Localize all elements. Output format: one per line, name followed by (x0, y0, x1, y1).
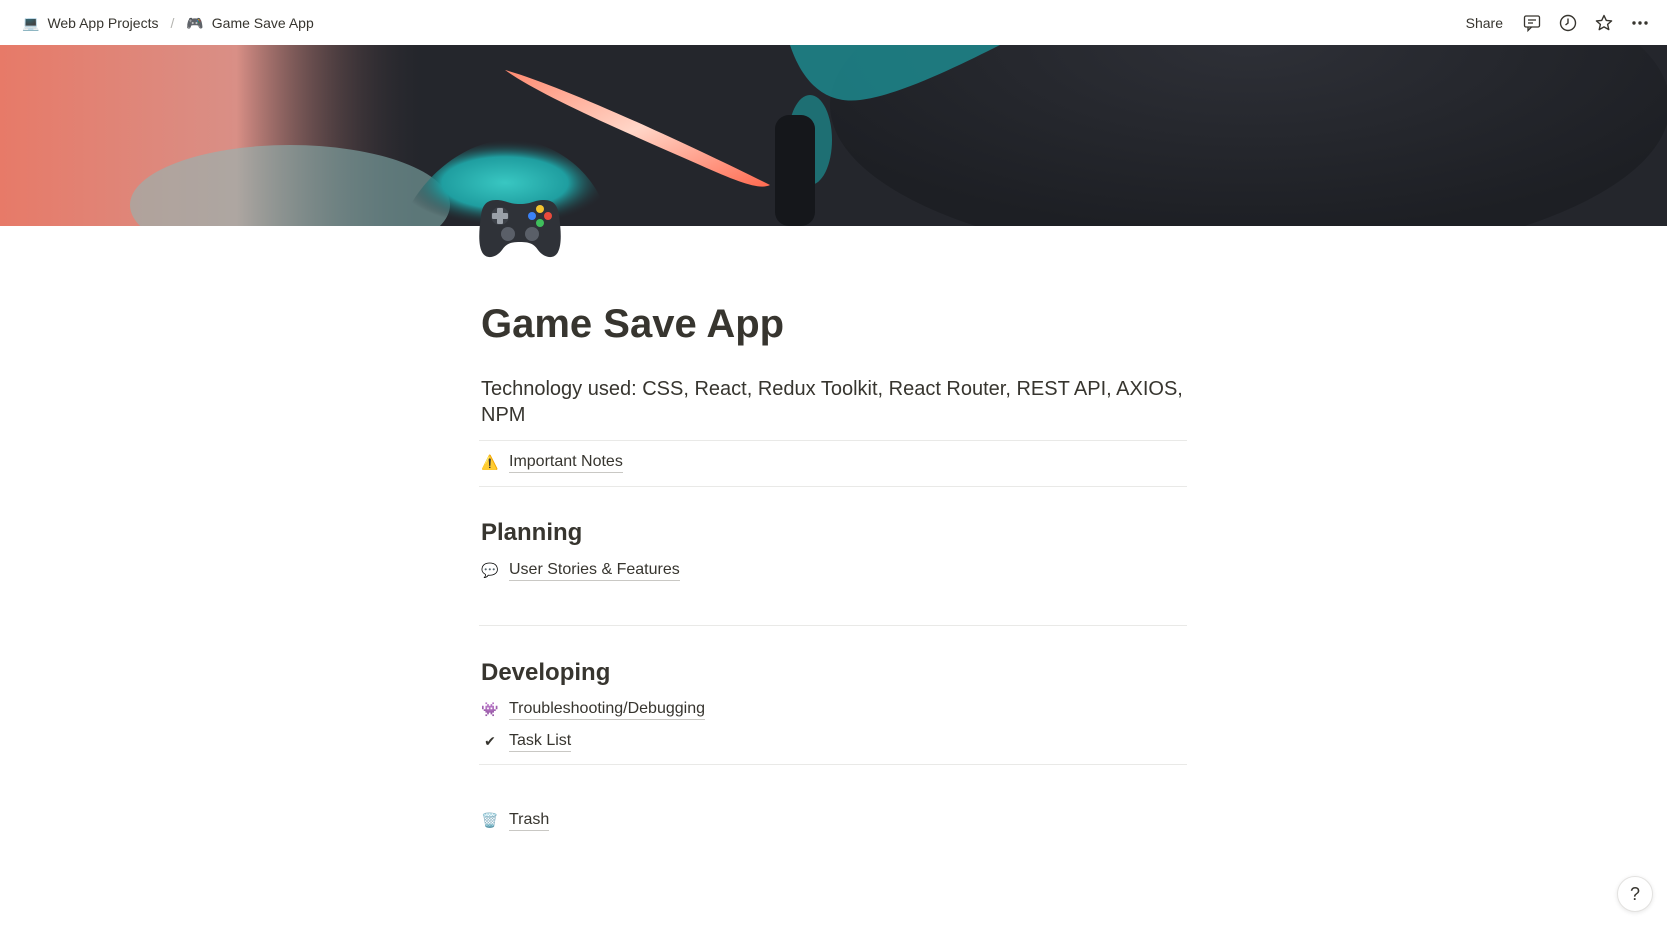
speech-balloon-icon: 💬 (481, 562, 499, 578)
section-heading-planning[interactable]: Planning (481, 519, 582, 548)
cover-artwork (0, 45, 1667, 226)
wastebasket-icon: 🗑️ (481, 812, 499, 828)
more-options-icon (1632, 20, 1648, 25)
breadcrumb: 💻 Web App Projects / 🎮 Game Save App (16, 12, 320, 34)
divider (479, 764, 1187, 765)
link-label: Troubleshooting/Debugging (509, 699, 705, 720)
warning-icon: ⚠️ (481, 454, 499, 470)
breadcrumb-separator: / (170, 14, 175, 31)
breadcrumb-label: Game Save App (211, 14, 314, 31)
link-label: Task List (509, 731, 572, 752)
section-heading-developing[interactable]: Developing (481, 659, 610, 688)
comments-icon (1523, 14, 1541, 32)
divider (479, 440, 1187, 441)
divider (479, 486, 1187, 487)
page-icon[interactable] (478, 192, 562, 262)
checkmark-icon: ✔ (484, 733, 496, 749)
space-invader-icon: 👾 (481, 701, 499, 717)
breadcrumb-label: Web App Projects (47, 14, 159, 31)
breadcrumb-item-web-app-projects[interactable]: 💻 Web App Projects (16, 12, 164, 34)
link-label: User Stories & Features (509, 560, 680, 581)
laptop-icon: 💻 (22, 14, 40, 31)
link-label: Trash (509, 810, 550, 831)
favorite-button[interactable] (1589, 8, 1619, 38)
technology-text[interactable]: Technology used: CSS, React, Redux Toolk… (481, 376, 1189, 428)
link-important-notes[interactable]: ⚠️ Important Notes (481, 452, 623, 473)
share-button[interactable]: Share (1458, 11, 1511, 35)
page-title[interactable]: Game Save App (481, 300, 784, 348)
game-controller-icon: 🎮 (186, 14, 204, 31)
top-bar: 💻 Web App Projects / 🎮 Game Save App Sha… (0, 0, 1667, 45)
comments-button[interactable] (1517, 8, 1547, 38)
cover-image[interactable] (0, 45, 1667, 226)
link-task-list[interactable]: ✔ Task List (481, 731, 572, 752)
divider (479, 625, 1187, 626)
breadcrumb-item-game-save-app[interactable]: 🎮 Game Save App (180, 12, 319, 34)
link-troubleshooting[interactable]: 👾 Troubleshooting/Debugging (481, 699, 705, 720)
favorite-star-icon (1595, 14, 1613, 30)
history-clock-icon (1559, 14, 1577, 31)
history-button[interactable] (1553, 8, 1583, 38)
link-trash[interactable]: 🗑️ Trash (481, 810, 550, 831)
topbar-actions: Share (1458, 8, 1655, 38)
game-controller-icon (479, 200, 561, 258)
link-label: Important Notes (509, 452, 623, 473)
more-options-button[interactable] (1625, 8, 1655, 38)
help-button[interactable]: ? (1617, 876, 1653, 912)
link-user-stories[interactable]: 💬 User Stories & Features (481, 560, 680, 581)
